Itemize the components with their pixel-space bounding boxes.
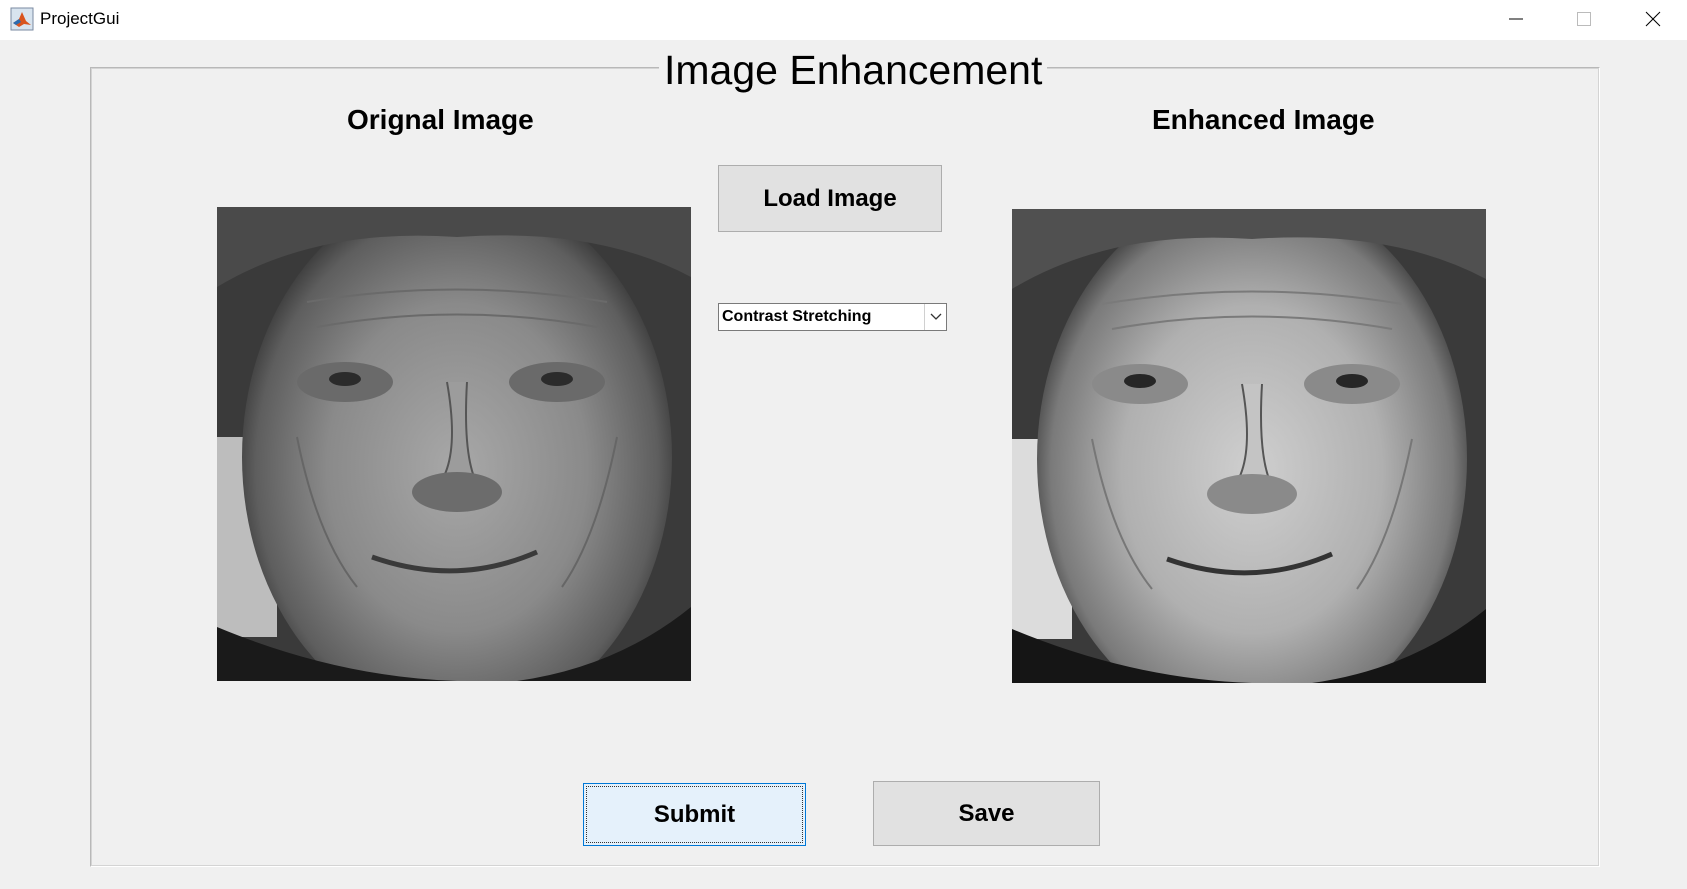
- maximize-icon[interactable]: [1550, 0, 1618, 38]
- submit-button[interactable]: Submit: [583, 783, 806, 846]
- enhancement-method-select[interactable]: Contrast Stretching: [718, 303, 947, 331]
- close-icon[interactable]: [1619, 0, 1687, 38]
- chevron-down-icon[interactable]: [924, 304, 946, 330]
- window-title: ProjectGui: [40, 9, 120, 28]
- enhancement-method-value: Contrast Stretching: [722, 308, 872, 325]
- title-bar: ProjectGui: [0, 0, 1687, 40]
- original-image-axes: [217, 207, 691, 681]
- original-image-label: Orignal Image: [347, 104, 534, 135]
- enhanced-image-label: Enhanced Image: [1152, 104, 1375, 135]
- minimize-icon[interactable]: [1482, 0, 1550, 38]
- enhanced-image-axes: [1012, 209, 1486, 683]
- matlab-icon: [10, 7, 34, 31]
- save-button[interactable]: Save: [873, 781, 1100, 846]
- enhanced-portrait-image: [1012, 209, 1486, 683]
- load-image-button[interactable]: Load Image: [718, 165, 942, 232]
- original-portrait-image: [217, 207, 691, 681]
- panel-title: Image Enhancement: [659, 44, 1048, 96]
